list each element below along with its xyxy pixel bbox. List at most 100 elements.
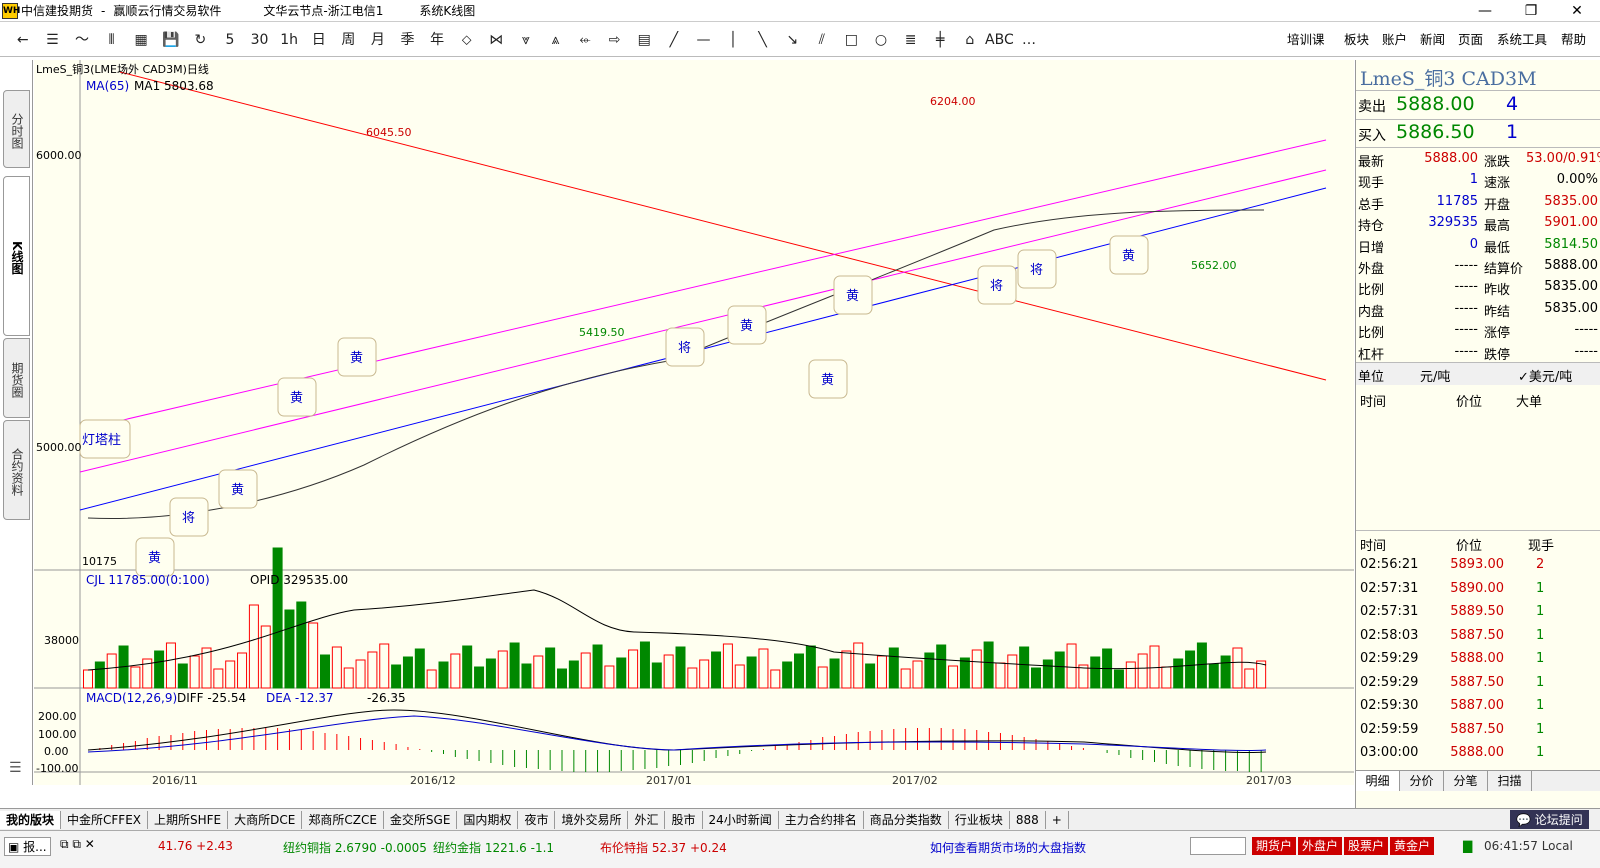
tool-icon-22[interactable]: ╱ [659, 26, 689, 54]
tab-scan[interactable]: 扫描 [1488, 771, 1532, 791]
tool-icon-18[interactable]: ⩓ [541, 26, 571, 54]
tool-icon-4[interactable]: ▦ [126, 26, 156, 54]
market-tab-8[interactable]: 境外交易所 [555, 810, 629, 829]
market-tab-12[interactable]: 主力合约排名 [779, 810, 864, 829]
tool-icon-16[interactable]: ⋈ [482, 26, 512, 54]
tool-icon-12[interactable]: 月 [363, 26, 393, 54]
kline-chart-svg[interactable]: 6254.506087.506042.005950.005837.505745.… [34, 60, 1354, 787]
tool-icon-11[interactable]: 周 [334, 26, 364, 54]
tool-icon-3[interactable]: ⫴ [97, 26, 127, 54]
menu-training[interactable]: 培训课 [1287, 23, 1325, 57]
market-tab-10[interactable]: 股市 [665, 810, 703, 829]
market-tab-7[interactable]: 夜市 [518, 810, 556, 829]
quote-label2-7: 昨结 [1484, 304, 1511, 320]
tool-icon-26[interactable]: ↘ [777, 26, 807, 54]
tool-icon-0[interactable]: ← [8, 26, 38, 54]
volume-bar [438, 661, 449, 689]
tool-icon-21[interactable]: ▤ [629, 26, 659, 54]
market-tab-6[interactable]: 国内期权 [457, 810, 519, 829]
market-tab-9[interactable]: 外汇 [628, 810, 666, 829]
tool-icon-29[interactable]: ○ [866, 26, 896, 54]
tab-intraday-chart[interactable]: 分时图 [3, 90, 30, 168]
tool-icon-33[interactable]: ABC [985, 26, 1015, 54]
stock-account-button[interactable]: 股票户 [1344, 837, 1389, 855]
volume-bar [580, 652, 591, 689]
foreign-account-button[interactable]: 外盘户 [1298, 837, 1343, 855]
quote-label2-4: 最低 [1484, 240, 1511, 256]
tick-time: 02:59:29 [1360, 674, 1419, 690]
market-tab-4[interactable]: 郑商所CZCE [302, 810, 384, 829]
tick-price: 5889.50 [1450, 604, 1504, 619]
help-link[interactable]: 如何查看期货市场的大盘指数 [930, 839, 1086, 856]
tab-detail[interactable]: 明细 [1356, 771, 1400, 791]
tab-contract-info[interactable]: 合约资料 [3, 420, 30, 520]
tab-tick[interactable]: 分笔 [1444, 771, 1488, 791]
tool-icon-14[interactable]: 年 [422, 26, 452, 54]
market-tab-16[interactable]: + [1046, 810, 1069, 829]
gold-account-button[interactable]: 黄金户 [1390, 837, 1435, 855]
forum-button[interactable]: 💬 论坛提问 [1510, 810, 1589, 829]
menu-system-tools[interactable]: 系统工具 [1497, 23, 1547, 57]
market-tab-11[interactable]: 24小时新闻 [703, 810, 779, 829]
quote-label-9: 杠杆 [1358, 347, 1385, 363]
tool-icon-28[interactable]: □ [837, 26, 867, 54]
tool-icon-17[interactable]: ⩔ [511, 26, 541, 54]
tool-icon-20[interactable]: ⇨ [600, 26, 630, 54]
tool-icon-5[interactable]: 💾 [156, 26, 186, 54]
futures-account-button[interactable]: 期货户 [1252, 837, 1297, 855]
tool-icon-1[interactable]: ☰ [38, 26, 68, 54]
minimize-icon[interactable]: — [1462, 0, 1508, 22]
tool-icon-34[interactable]: … [1014, 26, 1044, 54]
market-tab-15[interactable]: 888 [1010, 810, 1046, 829]
market-tab-5[interactable]: 金交所SGE [384, 810, 458, 829]
market-tab-13[interactable]: 商品分类指数 [864, 810, 949, 829]
volume-y-label: 38000 [44, 634, 79, 647]
tool-icon-15[interactable]: ⬦ [452, 26, 482, 54]
tool-icon-9[interactable]: 1h [274, 26, 304, 54]
tool-icon-7[interactable]: 5 [215, 26, 245, 54]
tool-icon-25[interactable]: ╲ [748, 26, 778, 54]
market-tab-2[interactable]: 上期所SHFE [148, 810, 229, 829]
quote-value2-7: 5835.00 [1544, 300, 1598, 316]
status-icons[interactable]: ⧉ ⧉ ✕ [60, 837, 95, 852]
quick-input[interactable] [1190, 837, 1246, 855]
tool-icon-10[interactable]: 日 [304, 26, 334, 54]
tab-futures-circle[interactable]: 期货圈 [3, 338, 30, 418]
tool-icon-23[interactable]: — [689, 26, 719, 54]
maximize-icon[interactable]: ❐ [1508, 0, 1554, 22]
tool-icon-6[interactable]: ↻ [186, 26, 216, 54]
tool-icon-13[interactable]: 季 [393, 26, 423, 54]
tick-qty: 1 [1536, 674, 1545, 690]
menu-news[interactable]: 新闻 [1420, 23, 1445, 57]
market-tab-0[interactable]: 我的版块 [0, 810, 62, 829]
quote-label-0: 最新 [1358, 155, 1385, 170]
macd-diff: DIFF -25.54 [177, 691, 246, 705]
tool-icon-32[interactable]: ⌂ [955, 26, 985, 54]
menu-sectors[interactable]: 板块 [1344, 23, 1369, 57]
unit-cny-option[interactable]: 元/吨 [1420, 366, 1450, 385]
unit-usd-option[interactable]: ✓美元/吨 [1518, 366, 1572, 385]
menu-help[interactable]: 帮助 [1561, 23, 1586, 57]
list-icon[interactable]: ☰ [9, 760, 22, 776]
close-icon[interactable]: ✕ [1554, 0, 1600, 22]
market-tab-3[interactable]: 大商所DCE [228, 810, 303, 829]
tool-icon-30[interactable]: ≣ [896, 26, 926, 54]
menu-page[interactable]: 页面 [1458, 23, 1483, 57]
kline-chart-area[interactable]: 6254.506087.506042.005950.005837.505745.… [34, 60, 1354, 787]
quote-label-1: 现手 [1358, 176, 1385, 192]
volume-bar [1066, 643, 1077, 689]
tick-qty: 1 [1536, 627, 1545, 643]
menu-account[interactable]: 账户 [1382, 23, 1407, 57]
market-tab-14[interactable]: 行业板块 [949, 810, 1010, 829]
market-tab-1[interactable]: 中金所CFFEX [61, 810, 149, 829]
tool-icon-2[interactable]: 〜 [67, 26, 97, 54]
ticker-gold: 纽约金指 1221.6 -1.1 [433, 841, 555, 855]
tool-icon-24[interactable]: │ [718, 26, 748, 54]
report-button[interactable]: ▣ 报... [4, 837, 51, 856]
tool-icon-19[interactable]: ⬰ [570, 26, 600, 54]
tool-icon-8[interactable]: 30 [245, 26, 275, 54]
tool-icon-31[interactable]: ╪ [925, 26, 955, 54]
tool-icon-27[interactable]: ⫽ [807, 26, 837, 54]
tab-kline-chart[interactable]: K线图 [3, 176, 30, 336]
tab-price-dist[interactable]: 分价 [1400, 771, 1444, 791]
